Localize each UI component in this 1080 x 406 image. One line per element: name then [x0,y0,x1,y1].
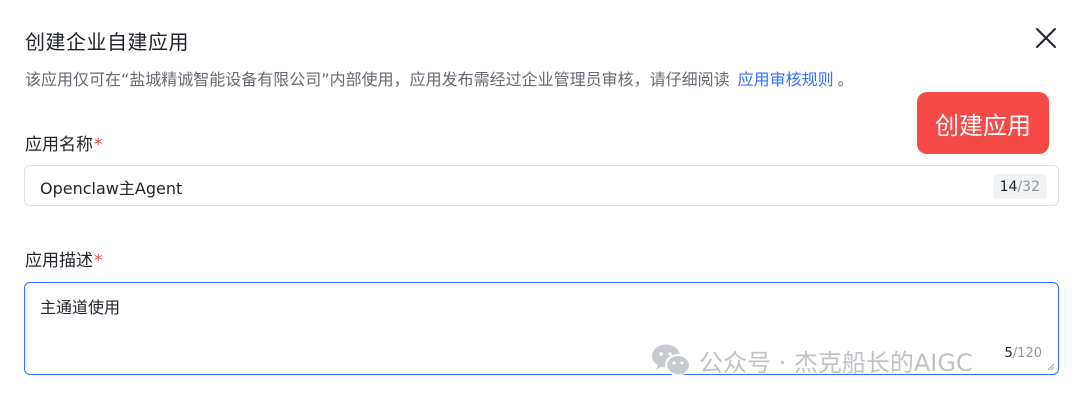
app-name-label: 应用名称* [25,130,103,155]
resize-handle-icon[interactable] [1046,362,1055,371]
dialog-title: 创建企业自建应用 [25,30,189,54]
watermark: 公众号 · 杰克船长的AIGC [651,342,973,378]
app-name-char-count: 14 [999,178,1018,195]
create-app-button[interactable]: 创建应用 [917,92,1049,154]
usage-notice: 该应用仅可在“盐城精诚智能设备有限公司”内部使用，应用发布需经过企业管理员审核，… [25,66,854,90]
required-mark: * [94,251,103,271]
app-name-label-text: 应用名称 [25,135,93,155]
app-description-label: 应用描述* [25,246,103,271]
wechat-icon [652,344,691,376]
app-description-char-max: /120 [1012,346,1042,361]
required-mark: * [94,135,103,155]
app-name-char-max: /32 [1017,178,1040,195]
close-button[interactable] [1032,24,1060,52]
watermark-text: 公众号 · 杰克船长的AIGC [699,348,973,377]
notice-period: 。 [837,70,854,89]
review-rules-link[interactable]: 应用审核规则 [738,70,834,89]
app-description-value[interactable]: 主通道使用 [40,294,120,318]
app-name-char-counter: 14/32 [992,174,1047,199]
app-name-input[interactable]: Openclaw主Agent 14/32 [24,165,1059,206]
app-description-label-text: 应用描述 [25,251,93,271]
app-description-char-count: 5 [1004,346,1013,361]
notice-text: 该应用仅可在“盐城精诚智能设备有限公司”内部使用，应用发布需经过企业管理员审核，… [25,70,730,89]
close-icon [1036,28,1056,48]
app-description-char-counter: 5/120 [1005,346,1042,361]
app-name-value[interactable]: Openclaw主Agent [40,175,182,199]
